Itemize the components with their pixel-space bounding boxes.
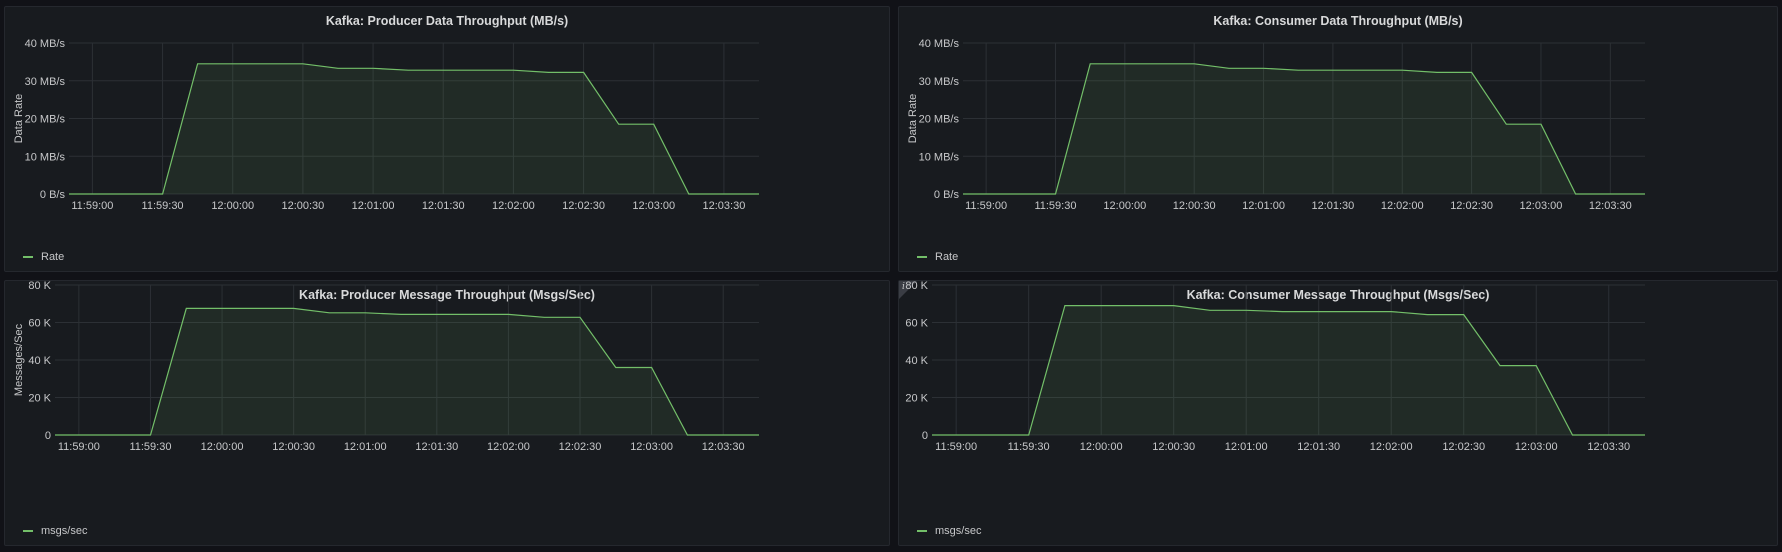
y-tick-label: 0 B/s xyxy=(40,189,66,201)
legend-label[interactable]: msgs/sec xyxy=(935,525,981,537)
y-tick-label: 40 MB/s xyxy=(25,38,66,50)
y-tick-label: 60 K xyxy=(905,318,928,330)
x-tick-label: 12:03:30 xyxy=(703,200,746,212)
panel-producer-message-throughput[interactable]: Kafka: Producer Message Throughput (Msgs… xyxy=(4,280,890,546)
x-tick-label: 12:01:30 xyxy=(1297,441,1340,453)
x-tick-label: 12:02:30 xyxy=(1450,200,1493,212)
x-tick-label: 12:02:00 xyxy=(1381,200,1424,212)
x-tick-label: 11:59:30 xyxy=(129,441,171,453)
legend[interactable]: msgs/sec xyxy=(23,525,87,537)
x-tick-label: 12:02:00 xyxy=(1370,441,1413,453)
x-tick-label: 11:59:30 xyxy=(1034,200,1076,212)
y-tick-label: 80 K xyxy=(28,281,51,292)
y-tick-label: 0 xyxy=(922,430,928,442)
y-tick-label: 20 K xyxy=(28,393,51,405)
legend[interactable]: Rate xyxy=(23,251,64,263)
x-tick-label: 12:03:00 xyxy=(1520,200,1563,212)
y-tick-label: 20 MB/s xyxy=(919,114,960,126)
x-tick-label: 11:59:00 xyxy=(965,200,1007,212)
panel-producer-data-throughput[interactable]: Kafka: Producer Data Throughput (MB/s) 0… xyxy=(4,6,890,272)
legend[interactable]: Rate xyxy=(917,251,958,263)
x-tick-label: 12:00:00 xyxy=(1080,441,1123,453)
chart-svg: 0 B/s 10 MB/s 20 MB/s 30 MB/s 40 MB/s 11:59:0… xyxy=(907,38,1645,212)
x-tick-label: 12:00:00 xyxy=(201,441,244,453)
x-tick-label: 12:02:00 xyxy=(492,200,535,212)
x-tick-label: 12:00:30 xyxy=(1173,200,1216,212)
y-tick-label: 30 MB/s xyxy=(919,76,960,88)
x-tick-label: 12:03:00 xyxy=(630,441,673,453)
x-tick-label: 12:03:30 xyxy=(1589,200,1632,212)
chart-svg: 0 B/s 10 MB/s 20 MB/s 30 MB/s 40 MB/s 11:59:0… xyxy=(13,38,759,212)
x-tick-label: 11:59:30 xyxy=(1008,441,1050,453)
x-tick-label: 11:59:00 xyxy=(935,441,977,453)
plot-group: 0 20 K 40 K 60 K 80 K 11:59:00 11:59:30 12:00:0… xyxy=(13,281,759,453)
y-tick-label: 80 K xyxy=(905,281,928,292)
x-tick-label: 12:01:00 xyxy=(1225,441,1268,453)
x-tick-label: 12:01:00 xyxy=(344,441,387,453)
y-tick-label: 20 K xyxy=(905,393,928,405)
x-tick-label: 12:02:30 xyxy=(562,200,605,212)
y-tick-label: 0 B/s xyxy=(934,189,960,201)
x-tick-label: 12:00:30 xyxy=(1152,441,1195,453)
y-tick-label: 10 MB/s xyxy=(919,151,960,163)
panel-consumer-data-throughput[interactable]: Kafka: Consumer Data Throughput (MB/s) 0… xyxy=(898,6,1778,272)
x-tick-label: 12:00:30 xyxy=(281,200,324,212)
x-tick-label: 12:02:30 xyxy=(1442,441,1485,453)
y-tick-label: 60 K xyxy=(28,318,51,330)
y-tick-label: 40 K xyxy=(28,355,51,367)
x-tick-label: 12:02:30 xyxy=(559,441,602,453)
x-tick-label: 12:01:30 xyxy=(415,441,458,453)
x-tick-label: 12:01:30 xyxy=(422,200,465,212)
y-tick-label: 40 MB/s xyxy=(919,38,960,50)
legend[interactable]: msgs/sec xyxy=(917,525,981,537)
legend-label[interactable]: msgs/sec xyxy=(41,525,87,537)
y-tick-label: 40 K xyxy=(905,355,928,367)
y-tick-label: 20 MB/s xyxy=(25,114,66,126)
x-tick-label: 12:01:00 xyxy=(1242,200,1285,212)
y-tick-label: 10 MB/s xyxy=(25,151,66,163)
x-tick-label: 12:01:00 xyxy=(352,200,395,212)
legend-swatch xyxy=(917,256,927,258)
plot-group: 0 20 K 40 K 60 K 80 K 11:59:00 11:59:30 12:00:0… xyxy=(905,281,1645,453)
x-tick-label: 12:03:30 xyxy=(1587,441,1630,453)
x-tick-label: 12:03:00 xyxy=(1515,441,1558,453)
x-tick-label: 12:00:30 xyxy=(272,441,315,453)
x-tick-label: 11:59:30 xyxy=(142,200,184,212)
x-tick-label: 11:59:00 xyxy=(71,200,113,212)
chart-svg: 0 20 K 40 K 60 K 80 K 11:59:00 11:59:30 12:00:0… xyxy=(905,281,1645,453)
legend-swatch xyxy=(23,530,33,532)
y-axis-label: Messages/Sec xyxy=(13,323,25,396)
x-tick-label: 12:03:00 xyxy=(632,200,675,212)
y-axis-label: Data Rate xyxy=(907,94,919,144)
chart-svg: 0 20 K 40 K 60 K 80 K 11:59:00 11:59:30 12:00:0… xyxy=(13,281,759,453)
x-tick-label: 12:03:30 xyxy=(702,441,745,453)
y-tick-label: 30 MB/s xyxy=(25,76,66,88)
legend-label[interactable]: Rate xyxy=(41,251,64,263)
x-tick-label: 12:02:00 xyxy=(487,441,530,453)
y-tick-label: 0 xyxy=(45,430,51,442)
panel-consumer-message-throughput[interactable]: i Kafka: Consumer Message Throughput (Ms… xyxy=(898,280,1778,546)
legend-label[interactable]: Rate xyxy=(935,251,958,263)
legend-swatch xyxy=(23,256,33,258)
legend-swatch xyxy=(917,530,927,532)
x-tick-label: 12:01:30 xyxy=(1311,200,1354,212)
x-tick-label: 12:00:00 xyxy=(211,200,254,212)
x-tick-label: 11:59:00 xyxy=(58,441,100,453)
y-axis-label: Data Rate xyxy=(13,94,25,144)
x-tick-label: 12:00:00 xyxy=(1103,200,1146,212)
